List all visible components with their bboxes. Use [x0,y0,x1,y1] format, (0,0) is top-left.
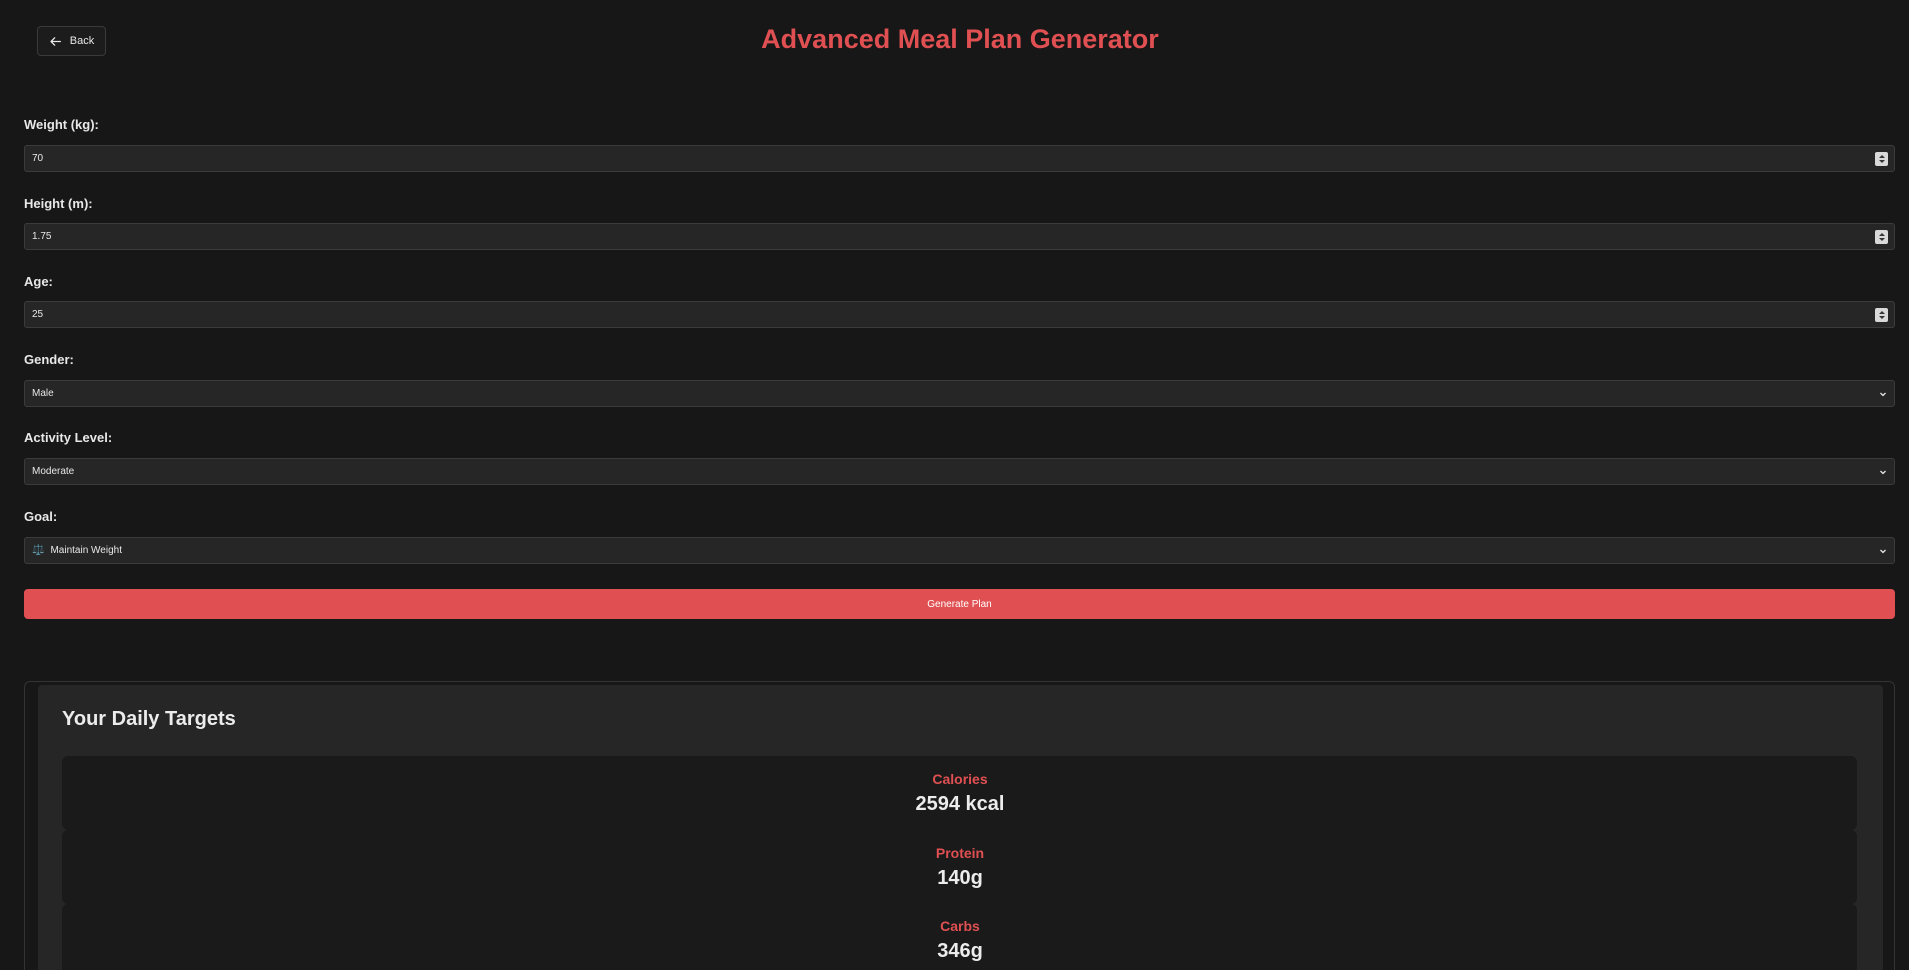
gender-value: Male [32,388,54,399]
height-input[interactable]: 1.75 [24,223,1895,250]
target-label: Carbs [940,918,980,934]
weight-label: Weight (kg): [24,117,99,132]
chevron-down-icon [1880,392,1886,397]
page-title: Advanced Meal Plan Generator [761,24,1159,54]
weight-spinner[interactable] [1875,152,1888,166]
goal-select[interactable]: ⚖️ Maintain Weight [24,537,1895,564]
chevron-down-icon [1880,470,1886,475]
scale-icon: ⚖️ [32,545,45,556]
generate-plan-button[interactable]: Generate Plan [24,589,1895,619]
height-label: Height (m): [24,196,93,211]
goal-value: Maintain Weight [50,545,122,556]
weight-value: 70 [32,153,44,164]
meal-plan-page: Back Advanced Meal Plan Generator Weight… [0,0,1909,970]
gender-select[interactable]: Male [24,380,1895,407]
activity-value: Moderate [32,466,75,477]
age-value: 25 [32,309,44,320]
age-spinner[interactable] [1875,308,1888,322]
activity-select[interactable]: Moderate [24,458,1895,485]
height-value: 1.75 [32,231,52,242]
age-input[interactable]: 25 [24,301,1895,328]
gender-label: Gender: [24,352,74,367]
weight-input[interactable]: 70 [24,145,1895,172]
target-label: Calories [932,771,988,787]
target-value: 140g [937,867,983,889]
target-label: Protein [935,845,985,861]
activity-label: Activity Level: [24,430,113,445]
age-label: Age: [24,274,53,289]
height-spinner[interactable] [1875,230,1888,244]
goal-label: Goal: [24,509,58,524]
target-value: 2594 kcal [915,793,1005,815]
results-title: Your Daily Targets [62,708,236,730]
target-value: 346g [937,940,983,962]
chevron-down-icon [1880,549,1886,554]
